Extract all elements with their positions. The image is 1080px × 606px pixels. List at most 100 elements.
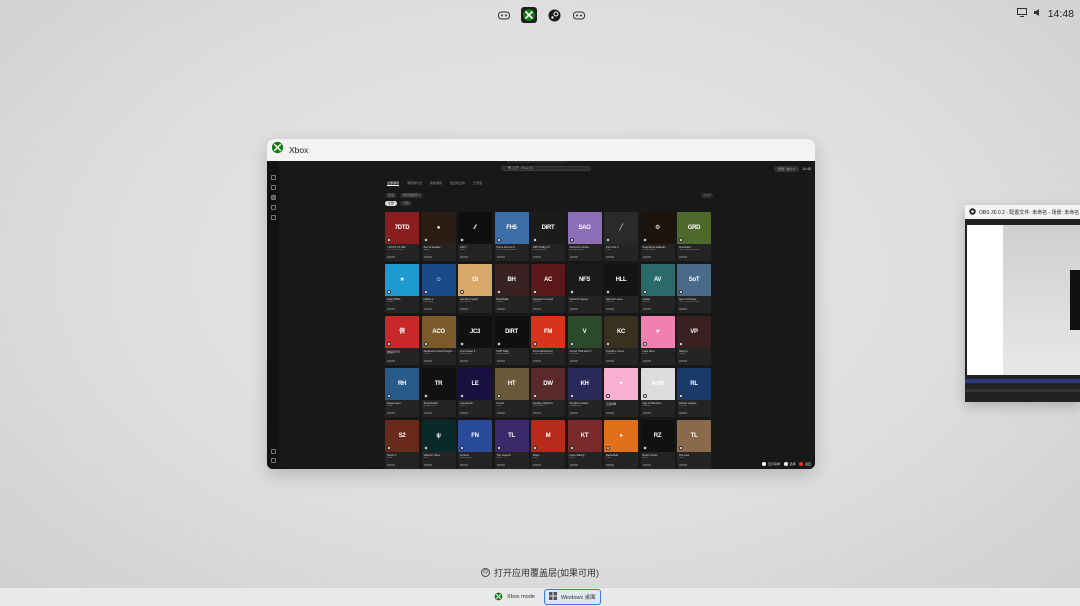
filter-button[interactable]: 筛选 <box>385 193 398 198</box>
game-tile[interactable]: TL The Last Indie <box>677 420 711 469</box>
game-tile[interactable]: ⁄⁄ AIM 7 Indie <box>458 212 492 261</box>
game-tile[interactable]: DW Dynasty Warriors Koei Tecmo <box>531 368 565 417</box>
game-tile[interactable]: DiRT DiRT Rally 2.0 Codemasters <box>531 212 565 261</box>
taskbar-xbox-mode[interactable]: Xbox mode <box>490 589 539 605</box>
game-publisher: Epic Games <box>460 457 473 459</box>
gamepad-icon[interactable] <box>571 7 587 23</box>
game-publisher: Ubisoft <box>533 301 541 303</box>
game-tile[interactable]: V Grand Theft Auto V Rockstar <box>567 316 602 365</box>
xbox-icon <box>494 592 503 603</box>
obs-titlebar[interactable]: OBS 30.0.2 - 配置文件: 未命名 - 场景: 未命名 <box>965 205 1080 219</box>
game-tile[interactable]: ♥ 恋爱模拟 Indie <box>604 368 638 417</box>
game-tile[interactable]: RH Rogue Hero Indie <box>385 368 419 417</box>
game-tile[interactable]: HT Hunter Indie <box>494 368 529 417</box>
game-tile[interactable]: ♠ Ace of Spades Jagex <box>421 212 456 261</box>
help-icon[interactable] <box>270 458 276 463</box>
search-input[interactable]: 🔍 打开 · Xbox (F) <box>501 166 591 171</box>
sort-order-label[interactable]: A–Z <box>701 193 713 198</box>
downloads-icon[interactable] <box>270 215 276 220</box>
game-tile[interactable]: ψ Valorant Tides Riot <box>421 420 456 469</box>
game-tile[interactable]: NFS Need for Speed EA <box>567 264 602 313</box>
steam-icon[interactable] <box>546 7 562 23</box>
game-tile[interactable]: FM Forza Motorsport Xbox Game Studios <box>531 316 565 365</box>
social-icon[interactable] <box>270 205 276 210</box>
chip-available[interactable]: 可用 <box>400 201 413 206</box>
volume-icon[interactable] <box>1033 8 1042 20</box>
game-tile[interactable]: AC Assassin's Creed Ubisoft <box>531 264 565 313</box>
game-cover: ● <box>604 420 638 452</box>
hint-select[interactable]: 选择 <box>783 462 795 466</box>
game-tile[interactable]: S2 Storm 2 Indie <box>385 420 419 469</box>
game-tile[interactable]: ● Basketball Indie <box>604 420 638 469</box>
game-cover: RZ <box>640 420 675 452</box>
network-icon[interactable] <box>1016 8 1027 20</box>
game-tile[interactable]: ★ Angry Birds Rovio <box>385 264 419 313</box>
game-tile[interactable]: DiRT DiRT Rally Codemasters <box>494 316 529 365</box>
game-tile[interactable]: ACO Assassin's Creed Origins Ubisoft <box>421 316 456 365</box>
tab-recent[interactable]: 最近玩过的 <box>450 180 465 186</box>
game-pass-badge-icon <box>606 446 610 450</box>
game-tile[interactable]: SAO Sword Art Online Bandai Namco <box>567 212 602 261</box>
library-icon[interactable] <box>270 195 276 200</box>
game-status-bar <box>606 360 614 362</box>
xbox-icon[interactable] <box>521 7 537 23</box>
account-pill[interactable]: 登录 · 帐户 2 <box>774 166 800 172</box>
game-tile[interactable]: HLL Hell Let Loose Team17 <box>604 264 638 313</box>
game-status-bar <box>606 256 614 258</box>
game-pass-badge-icon <box>460 290 464 294</box>
game-tile[interactable]: AV Avatar Ubisoft <box>640 264 675 313</box>
game-cover-art: KT <box>580 433 589 439</box>
settings-icon[interactable] <box>270 449 276 454</box>
game-tile[interactable]: FH5 Forza Horizon 5 Xbox Game Studios <box>494 212 529 261</box>
game-tile[interactable]: 7DTD 7 DAYS TO DIE The Fun Pimps <box>385 212 419 261</box>
game-publisher: Team17 <box>606 301 615 303</box>
game-pass-badge-icon <box>679 394 683 398</box>
game-tile[interactable]: RZ Razer Cortex Razer <box>640 420 675 469</box>
game-cover-art: GI <box>472 277 478 283</box>
gamepad-icon[interactable] <box>496 7 512 23</box>
game-pass-badge-icon <box>387 342 391 346</box>
game-tile[interactable]: ⚙ Deep Rock Galactic Coffee Stain <box>640 212 675 261</box>
game-tile[interactable]: FN Fortnite Epic Games <box>458 420 492 469</box>
chip-all[interactable]: 全部 <box>385 201 398 206</box>
tab-game-pass[interactable]: 游戏通行证 <box>407 180 422 186</box>
game-tile[interactable]: 侠侠客风云传 Heluo <box>385 316 419 365</box>
game-tile[interactable]: KH Kingdom Hearts Square Enix <box>567 368 602 417</box>
game-tile[interactable]: BH Brawlhalla Ubisoft <box>494 264 529 313</box>
tab-my-games[interactable]: 我的游戏 <box>430 180 442 186</box>
sort-dropdown[interactable]: 按标题排序 ▾ <box>400 193 424 198</box>
game-tile[interactable]: GI Genshin Impact HoYoverse <box>458 264 492 313</box>
game-pass-badge-icon <box>606 290 610 294</box>
game-tile[interactable]: RL Rocket League Psyonix <box>677 368 711 417</box>
game-tile[interactable]: VP Vampyr Focus <box>677 316 711 365</box>
taskbar-windows-desktop[interactable]: Windows 桌面 <box>543 589 601 605</box>
game-tile[interactable]: KC Kingdom Come Warhorse <box>604 316 638 365</box>
game-cover-art: KC <box>616 329 626 335</box>
game-tile[interactable]: ☺ Fallout 4 Bethesda <box>421 264 456 313</box>
game-tile[interactable]: ♥ Love Story Indie <box>640 316 675 365</box>
game-tile[interactable]: TR Tomb Raider Square Enix <box>421 368 456 417</box>
game-cover-art: ♥ <box>619 381 623 387</box>
game-tile[interactable]: LE Lost Epoch Indie <box>458 368 492 417</box>
game-tile[interactable]: M Mario Indie <box>531 420 565 469</box>
game-tile[interactable]: AoW Age of Wonders Paradox <box>640 368 675 417</box>
tab-all-games[interactable]: 全部游戏 <box>387 180 400 186</box>
game-tile[interactable]: SoT Sea of Thieves Xbox Game Studios <box>677 264 711 313</box>
hint-menu[interactable]: 显示菜单 <box>762 462 780 466</box>
game-tile[interactable]: KT Keep Talking Indie <box>567 420 602 469</box>
game-cover: AV <box>640 264 675 296</box>
game-cover-art: 7DTD <box>394 225 410 231</box>
game-tile[interactable]: TL The Legend Indie <box>494 420 529 469</box>
store-icon[interactable] <box>270 185 276 190</box>
tab-installed[interactable]: 已安装 <box>473 180 482 186</box>
obs-window[interactable]: OBS 30.0.2 - 配置文件: 未命名 - 场景: 未命名 <box>965 205 1080 402</box>
hint-back[interactable]: 返回 <box>799 462 811 466</box>
clock[interactable]: 14:48 <box>1048 8 1080 20</box>
obs-panel-left <box>967 225 1003 375</box>
game-tile[interactable]: ╱ Pen Lost 4 Indie <box>604 212 638 261</box>
game-tile[interactable]: GRD Grounded Xbox Game Studios <box>677 212 711 261</box>
home-icon[interactable] <box>270 175 276 180</box>
window-titlebar[interactable]: Xbox <box>267 139 815 161</box>
game-tile[interactable]: JC3 Just Cause 3 Square Enix <box>458 316 492 365</box>
xbox-window[interactable]: Xbox 🔍 打开 · Xbox (F) 登录 · 帐户 2 14:48 全部游… <box>267 139 815 469</box>
